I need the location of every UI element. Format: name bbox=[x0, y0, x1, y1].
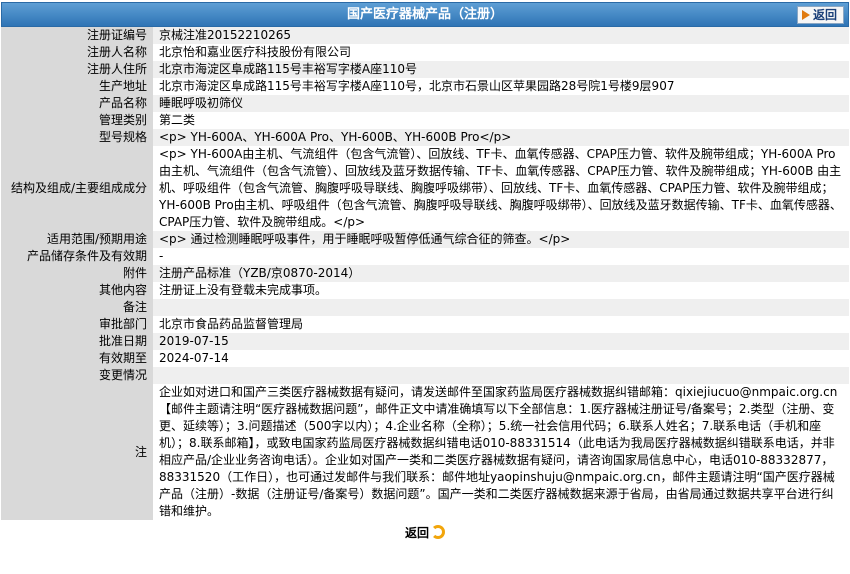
field-value: 北京市海淀区阜成路115号丰裕写字楼A座110号 bbox=[153, 61, 849, 78]
field-label: 注 bbox=[1, 384, 153, 520]
field-label: 审批部门 bbox=[1, 316, 153, 333]
field-label: 附件 bbox=[1, 265, 153, 282]
table-row: 适用范围/预期用途 <p> 通过检测睡眠呼吸事件，用于睡眠呼吸暂停低通气综合征的筛… bbox=[1, 231, 849, 248]
field-label: 结构及组成/主要组成成分 bbox=[1, 146, 153, 231]
field-label: 型号规格 bbox=[1, 129, 153, 146]
field-label: 注册证编号 bbox=[1, 27, 153, 44]
field-label: 产品名称 bbox=[1, 95, 153, 112]
field-label: 有效期至 bbox=[1, 350, 153, 367]
field-label: 批准日期 bbox=[1, 333, 153, 350]
page: 国产医疗器械产品（注册） 返回 注册证编号 京械注准20152210265 注册人… bbox=[1, 2, 849, 544]
field-label: 其他内容 bbox=[1, 282, 153, 299]
back-button-bottom[interactable]: 返回 bbox=[405, 524, 445, 541]
field-value: - bbox=[153, 248, 849, 265]
arrow-right-icon bbox=[801, 10, 810, 20]
field-label: 生产地址 bbox=[1, 78, 153, 95]
field-value: 2019-07-15 bbox=[153, 333, 849, 350]
field-value: 北京市海淀区阜成路115号丰裕写字楼A座110号，北京市石景山区苹果园路28号院… bbox=[153, 78, 849, 95]
field-value bbox=[153, 299, 849, 316]
table-row: 备注 bbox=[1, 299, 849, 316]
field-value: 睡眠呼吸初筛仪 bbox=[153, 95, 849, 112]
table-row: 结构及组成/主要组成成分 <p> YH-600A由主机、气流组件（包含气流管）、回… bbox=[1, 146, 849, 231]
title-bar: 国产医疗器械产品（注册） 返回 bbox=[1, 2, 849, 27]
table-row: 产品名称 睡眠呼吸初筛仪 bbox=[1, 95, 849, 112]
field-value: 第二类 bbox=[153, 112, 849, 129]
field-label: 注册人住所 bbox=[1, 61, 153, 78]
field-value: <p> YH-600A、YH-600A Pro、YH-600B、YH-600B … bbox=[153, 129, 849, 146]
field-label: 备注 bbox=[1, 299, 153, 316]
table-row: 型号规格 <p> YH-600A、YH-600A Pro、YH-600B、YH-6… bbox=[1, 129, 849, 146]
back-button-top[interactable]: 返回 bbox=[796, 6, 844, 24]
field-value: 2024-07-14 bbox=[153, 350, 849, 367]
table-row: 管理类别 第二类 bbox=[1, 112, 849, 129]
field-value: <p> 通过检测睡眠呼吸事件，用于睡眠呼吸暂停低通气综合征的筛查。</p> bbox=[153, 231, 849, 248]
field-value: 京械注准20152210265 bbox=[153, 27, 849, 44]
table-row: 其他内容 注册证上没有登载未完成事项。 bbox=[1, 282, 849, 299]
back-ring-icon bbox=[431, 525, 445, 539]
table-row: 注册证编号 京械注准20152210265 bbox=[1, 27, 849, 44]
field-value: 注册证上没有登载未完成事项。 bbox=[153, 282, 849, 299]
back-button-bottom-label: 返回 bbox=[404, 525, 429, 540]
field-value: 北京怡和嘉业医疗科技股份有限公司 bbox=[153, 44, 849, 61]
table-row: 注册人住所 北京市海淀区阜成路115号丰裕写字楼A座110号 bbox=[1, 61, 849, 78]
field-value: 北京市食品药品监督管理局 bbox=[153, 316, 849, 333]
page-title: 国产医疗器械产品（注册） bbox=[346, 7, 503, 22]
back-button-top-label: 返回 bbox=[812, 8, 837, 22]
footer: 返回 bbox=[1, 520, 849, 544]
table-row: 有效期至 2024-07-14 bbox=[1, 350, 849, 367]
field-value: 企业如对进口和国产三类医疗器械数据有疑问，请发送邮件至国家药监局医疗器械数据纠错… bbox=[153, 384, 849, 520]
field-value: <p> YH-600A由主机、气流组件（包含气流管）、回放线、TF卡、血氧传感器… bbox=[153, 146, 849, 231]
table-row: 注册人名称 北京怡和嘉业医疗科技股份有限公司 bbox=[1, 44, 849, 61]
field-label: 管理类别 bbox=[1, 112, 153, 129]
field-label: 适用范围/预期用途 bbox=[1, 231, 153, 248]
table-row: 产品储存条件及有效期 - bbox=[1, 248, 849, 265]
table-row: 附件 注册产品标准（YZB/京0870-2014） bbox=[1, 265, 849, 282]
field-label: 产品储存条件及有效期 bbox=[1, 248, 153, 265]
table-row: 审批部门 北京市食品药品监督管理局 bbox=[1, 316, 849, 333]
field-label: 注册人名称 bbox=[1, 44, 153, 61]
table-row: 注企业如对进口和国产三类医疗器械数据有疑问，请发送邮件至国家药监局医疗器械数据纠… bbox=[1, 384, 849, 520]
table-row: 变更情况 bbox=[1, 367, 849, 384]
field-value: 注册产品标准（YZB/京0870-2014） bbox=[153, 265, 849, 282]
table-row: 批准日期 2019-07-15 bbox=[1, 333, 849, 350]
field-value bbox=[153, 367, 849, 384]
registration-info-table: 注册证编号 京械注准20152210265 注册人名称 北京怡和嘉业医疗科技股份有限… bbox=[1, 27, 849, 520]
table-row: 生产地址 北京市海淀区阜成路115号丰裕写字楼A座110号，北京市石景山区苹果园路… bbox=[1, 78, 849, 95]
field-label: 变更情况 bbox=[1, 367, 153, 384]
